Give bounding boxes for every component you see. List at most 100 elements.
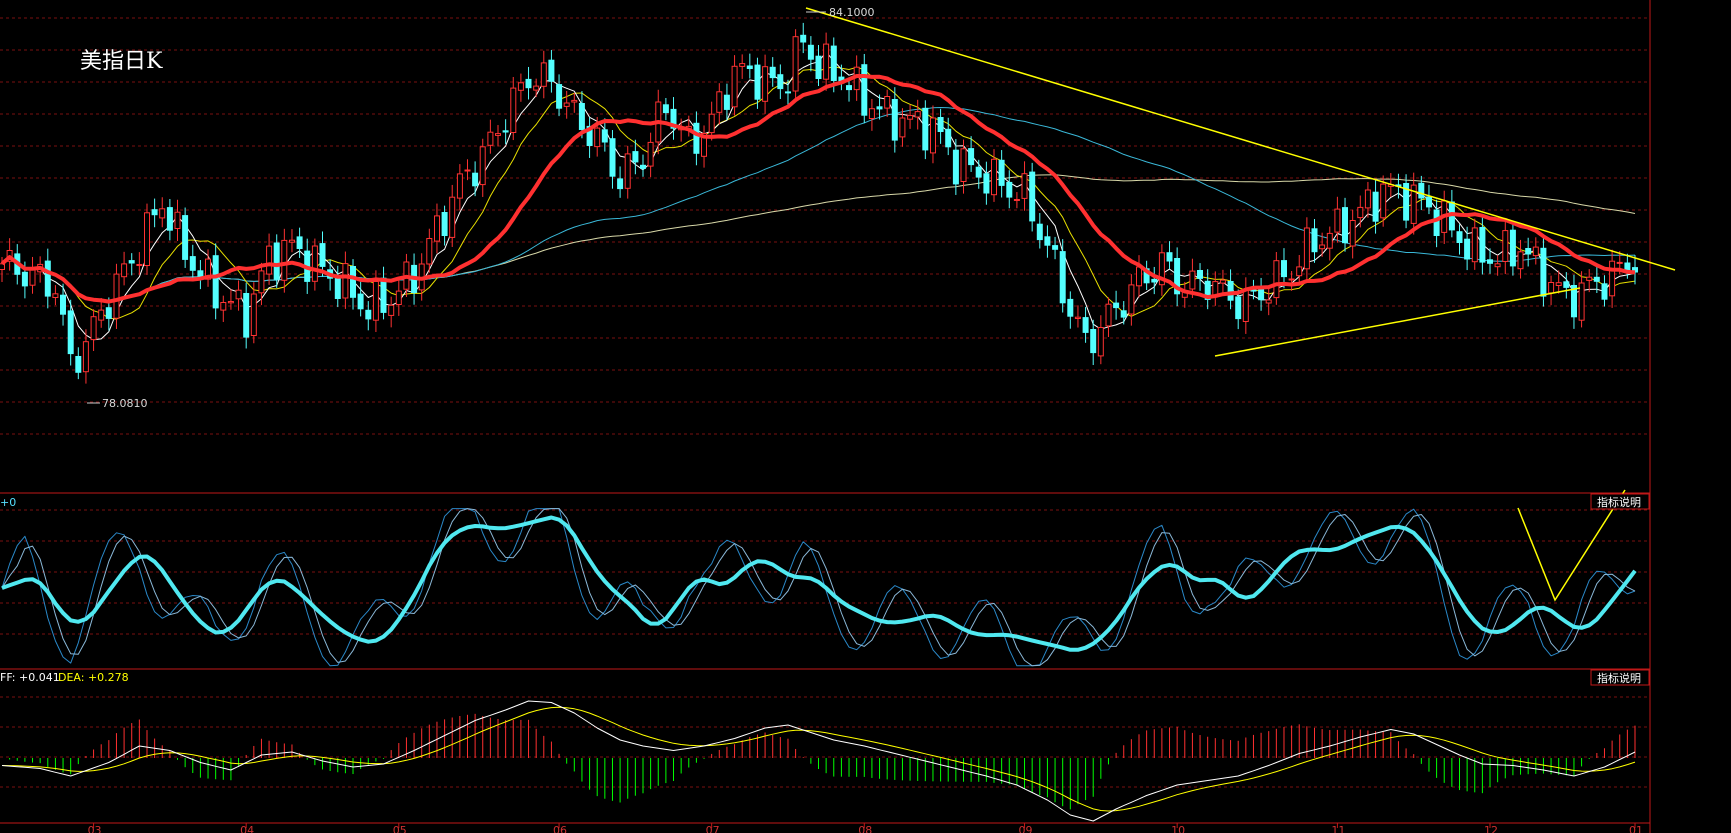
bearish-candle	[1311, 219, 1318, 263]
macd-gridlines	[0, 696, 1650, 788]
candle-body	[289, 239, 295, 243]
bearish-candle	[670, 97, 677, 140]
candle-body	[533, 85, 540, 91]
bearish-candle	[1197, 263, 1203, 291]
candle-body	[281, 239, 288, 281]
bullish-candle	[624, 145, 631, 199]
bearish-candle	[891, 87, 898, 153]
bearish-candle	[556, 74, 563, 117]
candle-body	[273, 242, 280, 280]
candle-body	[144, 212, 150, 267]
candle-body	[1456, 231, 1463, 243]
candle-body	[960, 148, 967, 183]
candle-body	[647, 141, 654, 167]
bullish-candle	[1364, 181, 1371, 218]
bullish-candle	[762, 54, 769, 114]
bullish-candle	[1303, 217, 1310, 281]
bearish-candle	[1006, 170, 1013, 209]
bearish-candle	[861, 53, 868, 124]
bearish-candle	[1403, 174, 1410, 229]
bullish-candle	[6, 238, 13, 271]
candle-body	[769, 66, 776, 79]
bullish-candle	[991, 149, 997, 202]
candle-body	[861, 64, 868, 116]
candle-body	[884, 96, 891, 109]
candle-body	[159, 208, 166, 219]
bullish-candle	[144, 203, 150, 275]
candle-body	[945, 128, 952, 148]
candle-body	[1189, 270, 1196, 290]
candle-body	[556, 84, 563, 109]
bullish-candle	[1136, 255, 1142, 298]
bullish-candle	[227, 289, 234, 310]
candle-body	[75, 356, 82, 373]
bearish-candle	[1067, 291, 1074, 329]
bearish-candle	[586, 117, 593, 158]
candle-body	[82, 341, 89, 373]
bullish-candle	[708, 101, 715, 141]
bearish-candle	[1120, 301, 1127, 325]
candle-body	[975, 166, 982, 178]
candle-body	[44, 260, 51, 297]
bullish-candle	[258, 262, 265, 306]
candle-body	[350, 266, 356, 298]
candle-body	[227, 301, 234, 304]
oscillator-main-line	[1, 515, 1637, 652]
bearish-candle	[1563, 272, 1570, 299]
candle-body	[1509, 229, 1516, 267]
candle-body	[1227, 281, 1234, 301]
bullish-candle	[739, 54, 746, 79]
candle-body	[1418, 182, 1425, 199]
bearish-candle	[800, 22, 807, 54]
candle-body	[319, 243, 326, 267]
indicator-help-button-macd[interactable]: 指标说明	[1590, 669, 1650, 686]
ma-60-line	[1, 107, 1636, 303]
candle-body	[1281, 260, 1287, 278]
bullish-candle	[495, 125, 501, 147]
candle-body	[1464, 238, 1471, 260]
candle-body	[1326, 232, 1333, 249]
candle-body	[495, 133, 501, 136]
bullish-candle	[266, 233, 273, 285]
indicator-help-button-oscillator[interactable]: 指标说明	[1590, 493, 1650, 510]
candle-body	[1113, 302, 1120, 309]
bearish-candle	[723, 83, 730, 121]
candle-body	[334, 275, 341, 299]
candle-body	[907, 115, 914, 120]
candle-body	[1540, 247, 1547, 297]
candle-body	[548, 59, 555, 82]
candle-body	[1586, 276, 1593, 281]
candle-body	[998, 159, 1005, 186]
candle-body	[502, 130, 509, 133]
candle-body	[754, 64, 761, 100]
candle-body	[1334, 208, 1341, 233]
bearish-candle	[197, 260, 204, 290]
candle-body	[1120, 310, 1127, 318]
bearish-candle	[166, 199, 173, 241]
candle-body	[632, 151, 639, 163]
candle-body	[426, 238, 433, 265]
candle-body	[250, 293, 257, 336]
candle-body	[151, 209, 158, 216]
bullish-candle	[914, 99, 921, 130]
candle-body	[1151, 278, 1158, 283]
bullish-candle	[1074, 305, 1081, 328]
bearish-candle	[746, 53, 753, 79]
candle-body	[1288, 278, 1295, 281]
candle-body	[372, 281, 379, 321]
candle-body	[121, 263, 128, 278]
high-label: 84.1000	[829, 6, 875, 19]
bullish-candle	[563, 90, 570, 119]
bullish-candle	[90, 309, 97, 351]
candle-body	[876, 106, 883, 110]
candle-body	[479, 146, 486, 186]
bullish-candle	[1471, 218, 1478, 270]
bearish-candle	[1571, 274, 1577, 329]
candle-body	[1258, 288, 1265, 301]
bearish-candle	[472, 161, 479, 197]
candle-body	[434, 215, 440, 242]
time-tick-label: 08	[858, 824, 872, 833]
candle-body	[1052, 245, 1059, 250]
bullish-candle	[1502, 218, 1509, 275]
candle-body	[449, 196, 456, 238]
